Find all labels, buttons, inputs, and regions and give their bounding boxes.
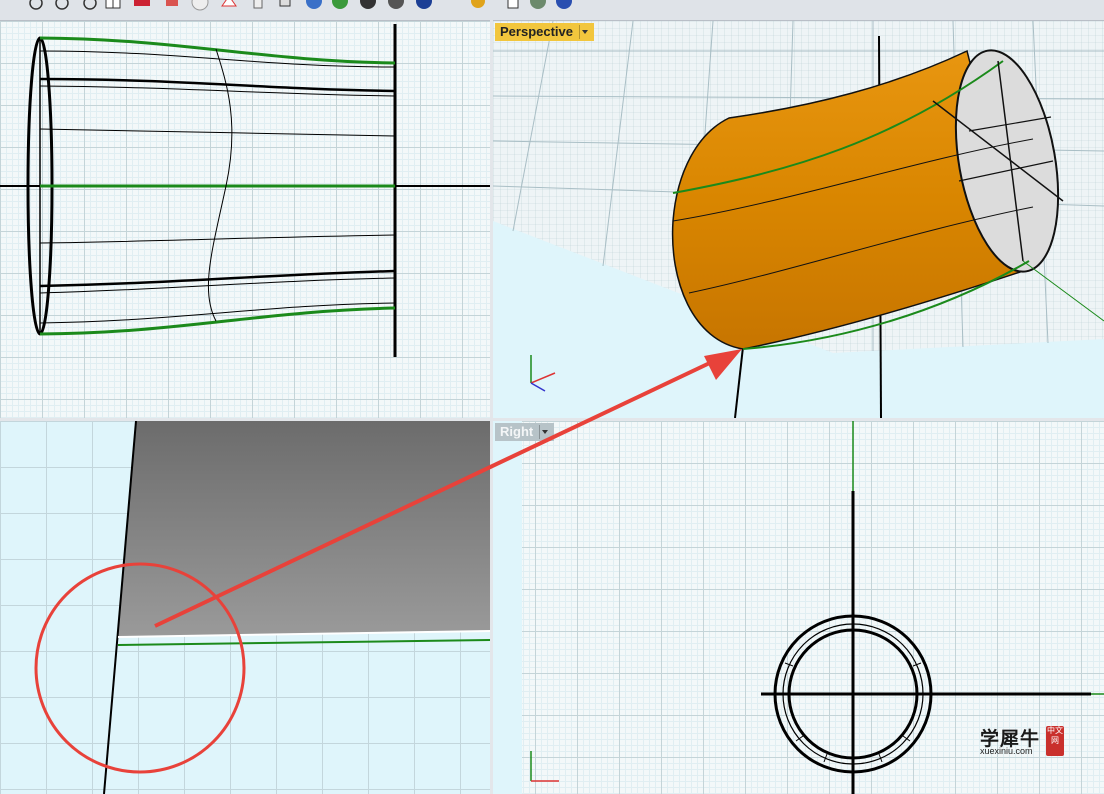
zoom-extents-icon[interactable] (55, 0, 69, 10)
chevron-down-icon[interactable] (579, 25, 590, 39)
sphere-outline-icon[interactable] (191, 0, 209, 11)
gray-surface (118, 421, 490, 637)
detail-drawing (103, 421, 490, 794)
green-edge-curve (117, 639, 490, 646)
axis-gizmo (530, 355, 556, 392)
perspective-viewport-tab[interactable]: Perspective (495, 23, 594, 41)
green-curve-lower (39, 306, 396, 336)
properties-icon[interactable] (134, 0, 150, 6)
help-icon[interactable] (556, 0, 572, 9)
watermark: 学犀牛 xuexiniu.com 中文网 (978, 724, 1068, 758)
blue-sphere-icon[interactable] (416, 0, 432, 9)
dark-sphere-icon[interactable] (360, 0, 376, 9)
viewport-splitter-vertical[interactable] (490, 20, 493, 794)
watermark-url: xuexiniu.com (980, 746, 1033, 756)
zoom-window-icon[interactable] (29, 0, 43, 10)
layer-icon[interactable] (166, 0, 178, 6)
top-viewport[interactable] (0, 21, 490, 418)
zoom-selected-icon[interactable] (83, 0, 97, 10)
perspective-drawing (493, 21, 1104, 418)
watermark-seal: 中文网 (1046, 726, 1064, 756)
globe-icon[interactable] (530, 0, 546, 9)
viewport-splitter-horizontal[interactable] (0, 418, 1104, 421)
four-viewports-icon[interactable] (105, 0, 121, 9)
perspective-viewport[interactable]: Perspective (493, 21, 1104, 418)
point-icon[interactable] (221, 0, 237, 7)
gear-icon[interactable] (471, 0, 485, 8)
toolbar-icons (29, 0, 572, 11)
chevron-down-icon[interactable] (539, 425, 550, 439)
top-view-drawing (0, 24, 490, 357)
light-bulb-icon[interactable] (253, 0, 263, 9)
box-icon[interactable] (279, 0, 291, 7)
axis-gizmo (530, 751, 559, 782)
gray-sphere-icon[interactable] (388, 0, 404, 9)
arrow-tool-icon[interactable] (507, 0, 519, 9)
toolbar (0, 0, 1104, 21)
rendered-sphere-icon[interactable] (332, 0, 348, 9)
right-viewport-tab[interactable]: Right (495, 423, 555, 441)
detail-viewport[interactable] (0, 421, 490, 794)
right-tab-label: Right (500, 424, 534, 439)
perspective-tab-label: Perspective (500, 24, 573, 39)
shaded-sphere-icon[interactable] (306, 0, 322, 9)
